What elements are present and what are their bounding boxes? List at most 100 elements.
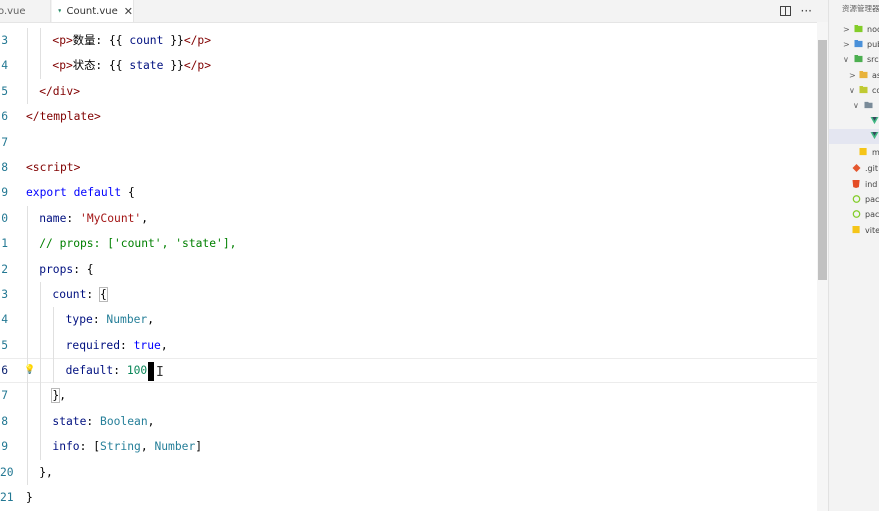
code-token: 状态: {{	[72, 59, 130, 73]
line-number: 4	[1, 59, 8, 73]
tree-item-label: m	[872, 148, 879, 157]
chevron-down-icon[interactable]: ∨	[849, 86, 855, 95]
chevron-right-icon[interactable]: >	[843, 25, 850, 34]
tree-item[interactable]	[829, 129, 879, 144]
code-text: },	[51, 383, 66, 408]
indent-guide	[27, 231, 28, 257]
code-token: : {	[73, 262, 94, 276]
tree-item-label: vite	[865, 226, 879, 235]
code-line[interactable]: 2 props: {	[0, 256, 818, 282]
line-number: 0	[1, 211, 8, 225]
tree-item[interactable]: m	[829, 145, 879, 160]
vue-file-icon	[58, 9, 62, 13]
tree-item[interactable]: > public	[829, 37, 879, 52]
indent-guide	[27, 408, 28, 435]
tree-item-label: pac	[865, 210, 879, 219]
indent-guide	[27, 78, 28, 105]
indent-guide	[27, 28, 28, 54]
tab-label: Count.vue	[66, 5, 118, 17]
tab-previous-file[interactable]: o.vue	[0, 0, 51, 22]
tree-item[interactable]: ∨ src	[829, 52, 879, 67]
chevron-down-icon[interactable]: ∨	[843, 55, 849, 64]
tree-item[interactable]: ind	[829, 177, 879, 192]
code-line[interactable]: 0 name: 'MyCount',	[0, 205, 818, 232]
html-file-icon	[852, 180, 860, 188]
code-token: Number	[106, 313, 148, 327]
code-line[interactable]: 7},	[0, 383, 818, 409]
code-line[interactable]: 6 </template>	[0, 104, 818, 129]
code-line[interactable]: 5 </div>	[0, 78, 818, 105]
indent-guide	[40, 53, 42, 79]
code-token: required	[65, 338, 121, 352]
code-line[interactable]: 4 type: Number,	[0, 307, 818, 333]
js-file-icon	[852, 226, 860, 234]
tree-item-label: .git	[865, 164, 878, 173]
line-number: 8	[1, 160, 8, 174]
line-number: 21	[0, 491, 14, 505]
code-line[interactable]: 1 // props: ['count', 'state'],	[0, 231, 818, 257]
chevron-right-icon[interactable]: >	[849, 71, 856, 80]
code-token: default	[73, 186, 122, 200]
code-line[interactable]: 9 info: [String, Number]	[0, 434, 818, 460]
code-editor[interactable]: 3 <p>数量: {{ count }}</p> 4 <p>状态: {{ state …	[0, 28, 818, 510]
code-text: props: {	[39, 257, 93, 282]
code-token: count	[52, 287, 87, 301]
tree-item[interactable]: vite	[829, 223, 879, 238]
tree-item-label: src	[867, 55, 879, 64]
indent-guide	[53, 332, 55, 359]
code-token: <p>	[52, 34, 73, 47]
line-number: 9	[1, 440, 8, 454]
tree-item-label: components	[872, 86, 879, 95]
code-line[interactable]: 4 <p>状态: {{ state }}</p>	[0, 53, 818, 79]
line-number: 7	[1, 389, 8, 403]
code-token: 'MyCount'	[80, 211, 142, 225]
tree-item[interactable]: .git	[829, 161, 879, 176]
indent-guide	[27, 53, 28, 79]
chevron-down-icon[interactable]: ∨	[853, 101, 859, 110]
code-token: 100	[126, 364, 148, 378]
tab-count-vue[interactable]: Count.vue ✕	[52, 0, 134, 22]
tree-item[interactable]: > assets	[829, 68, 879, 83]
tree-item[interactable]: > node_modules	[829, 22, 879, 37]
indent-guide	[40, 307, 42, 333]
code-line[interactable]: 20},	[0, 459, 818, 486]
indent-guide	[40, 408, 42, 435]
folder-icon	[864, 101, 873, 109]
tree-item[interactable]	[829, 114, 879, 129]
code-line[interactable]: 3 <p>数量: {{ count }}</p>	[0, 28, 818, 54]
text-cursor	[148, 361, 155, 381]
split-editor-icon[interactable]	[779, 6, 791, 16]
code-line-current[interactable]: 6 💡 Idefault: 100	[0, 358, 818, 384]
code-token: name	[39, 211, 67, 225]
explorer-sidebar: 资源管理器 > node_modules > public ∨ src > assets ∨ co…	[828, 0, 879, 511]
code-token: </p>	[183, 34, 212, 47]
lightbulb-icon[interactable]: 💡	[24, 358, 35, 383]
code-line[interactable]: 7	[0, 130, 818, 155]
chevron-right-icon[interactable]: >	[843, 40, 850, 49]
tree-item-label: ind	[865, 180, 878, 189]
code-line[interactable]: 21}	[0, 485, 818, 510]
tree-item[interactable]: pac	[829, 207, 879, 222]
code-line[interactable]: 8 state: Boolean,	[0, 408, 818, 435]
code-line[interactable]: 3 count: {	[0, 281, 818, 308]
scrollbar-thumb[interactable]	[818, 40, 827, 280]
tree-item[interactable]: pac	[829, 192, 879, 207]
code-token: state	[129, 59, 164, 73]
code-text: count: {	[52, 282, 108, 307]
code-token: :	[92, 313, 107, 327]
line-number: 4	[1, 313, 8, 327]
code-line[interactable]: 9 export default {	[0, 180, 818, 205]
tree-item[interactable]: ∨ components	[829, 83, 879, 98]
editor-actions: ···	[779, 0, 812, 22]
code-token: true	[133, 338, 161, 352]
line-number: 7	[1, 135, 8, 149]
indent-guide	[27, 281, 28, 308]
more-actions-icon[interactable]: ···	[801, 4, 812, 18]
code-text: <p>状态: {{ state }}</p>	[52, 53, 211, 78]
tree-item[interactable]: ∨	[829, 98, 879, 113]
code-line[interactable]: 8 <script>	[0, 155, 818, 180]
code-line[interactable]: 5 required: true,	[0, 332, 818, 359]
close-icon[interactable]: ✕	[124, 5, 133, 18]
code-token: }	[26, 491, 33, 505]
